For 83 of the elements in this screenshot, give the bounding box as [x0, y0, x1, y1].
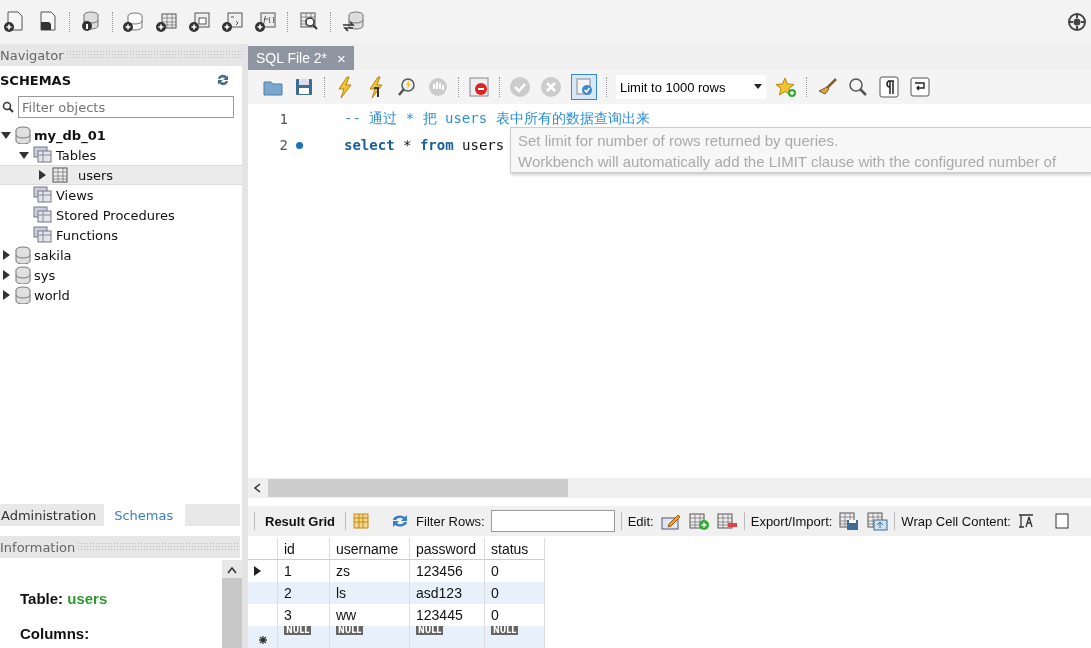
horizontal-scrollbar[interactable] — [248, 478, 1091, 498]
scroll-up-icon[interactable] — [227, 566, 237, 574]
wrap-text-icon[interactable] — [1016, 512, 1035, 530]
code-line: select * from users — [344, 137, 505, 153]
tree-item[interactable]: Functions — [56, 227, 119, 243]
null-badge: NULL — [416, 626, 444, 635]
settings-icon[interactable] — [1067, 12, 1087, 32]
export-icon[interactable] — [838, 511, 861, 531]
tree-item[interactable]: sakila — [34, 247, 72, 263]
table-cell: 0 — [485, 582, 545, 604]
panel-tab[interactable]: Schemas — [104, 504, 186, 526]
column-header[interactable]: status — [485, 538, 545, 560]
row-delete-icon[interactable] — [715, 511, 738, 531]
procedure-add-icon[interactable] — [221, 10, 245, 34]
checkbox-icon[interactable] — [1054, 513, 1069, 529]
database-icon — [15, 246, 31, 264]
tree-item[interactable]: Tables — [56, 147, 97, 163]
star-add-icon[interactable] — [775, 76, 797, 98]
filter-field[interactable]: Filter objects — [18, 96, 234, 118]
wrap-label: Wrap Cell Content: — [901, 513, 1011, 529]
code-comment: -- 通过 * 把 users 表中所有的数据查询出来 — [344, 110, 650, 128]
panel-title: Information — [0, 539, 76, 555]
column-header[interactable]: username — [330, 538, 410, 560]
table-cell: asd123 — [410, 582, 485, 604]
database-add-icon[interactable] — [122, 10, 146, 34]
tree-item[interactable]: sys — [34, 267, 56, 283]
filter-rows-field[interactable] — [490, 510, 615, 532]
column-header[interactable]: id — [278, 538, 330, 560]
tree-item[interactable]: Stored Procedures — [56, 207, 175, 223]
dropdown-arrow-icon — [754, 84, 762, 90]
magnifier-icon[interactable] — [847, 76, 869, 98]
database-reconnect-icon[interactable] — [340, 10, 364, 34]
line-number: 1 — [278, 111, 288, 127]
database-icon — [15, 126, 31, 144]
line-number: 2 — [278, 137, 288, 153]
section-title: SCHEMAS — [0, 72, 72, 88]
table-add-icon[interactable] — [155, 10, 179, 34]
search-icon — [2, 101, 14, 113]
save-icon[interactable] — [293, 76, 315, 98]
expanded-arrow-icon[interactable] — [0, 129, 12, 141]
pilcrow-icon[interactable] — [878, 76, 900, 98]
table-cell: ls — [330, 582, 410, 604]
tree-item[interactable]: users — [78, 167, 114, 183]
limit-dropdown[interactable]: Limit to 1000 rows — [616, 75, 766, 99]
filter-label: Filter Rows: — [416, 513, 485, 529]
magnifier-lightning-icon[interactable] — [396, 76, 418, 98]
export-label: Export/Import: — [750, 513, 833, 529]
scrollbar[interactable] — [222, 560, 242, 648]
wrap-icon[interactable] — [909, 76, 931, 98]
edit-label: Edit: — [627, 513, 654, 529]
row-add-icon[interactable] — [687, 511, 710, 531]
column-header[interactable]: password — [410, 538, 485, 560]
columns-label: Columns: — [20, 625, 91, 642]
table-cell: 2 — [278, 582, 330, 604]
null-badge: NULL — [284, 626, 312, 635]
folder-tables-icon — [33, 226, 53, 244]
database-icon — [15, 286, 31, 304]
expanded-arrow-icon[interactable] — [18, 149, 30, 161]
folder-tables-icon — [33, 146, 53, 164]
current-row-icon — [254, 566, 262, 576]
new-row-icon — [258, 636, 267, 644]
result-grid-tab[interactable]: Result Grid — [261, 513, 340, 529]
collapsed-arrow-icon[interactable] — [0, 269, 12, 281]
panel-title: Navigator — [0, 47, 64, 63]
tree-item[interactable]: my_db_01 — [34, 127, 106, 143]
stop-on-error-icon[interactable] — [468, 76, 490, 98]
import-icon[interactable] — [866, 511, 889, 531]
collapsed-arrow-icon[interactable] — [0, 289, 12, 301]
collapsed-arrow-icon[interactable] — [0, 249, 12, 261]
database-icon — [15, 266, 31, 284]
function-add-icon[interactable] — [254, 10, 278, 34]
null-badge: NULL — [336, 626, 364, 635]
refresh-icon[interactable] — [216, 73, 230, 87]
view-add-icon[interactable] — [188, 10, 212, 34]
limit-rows-toggle-icon[interactable] — [571, 74, 597, 100]
tooltip: Set limit for number of rows returned by queries. Workbench will automatically add the LIMIT clause with the configured number of — [510, 127, 1091, 173]
null-badge: NULL — [491, 626, 519, 635]
collapsed-arrow-icon[interactable] — [36, 169, 48, 181]
tree-item[interactable]: world — [34, 287, 70, 303]
row-header[interactable] — [248, 626, 278, 648]
tree-item[interactable]: Views — [56, 187, 94, 203]
folder-tables-icon — [33, 206, 53, 224]
table-info: Table: users — [20, 590, 109, 607]
